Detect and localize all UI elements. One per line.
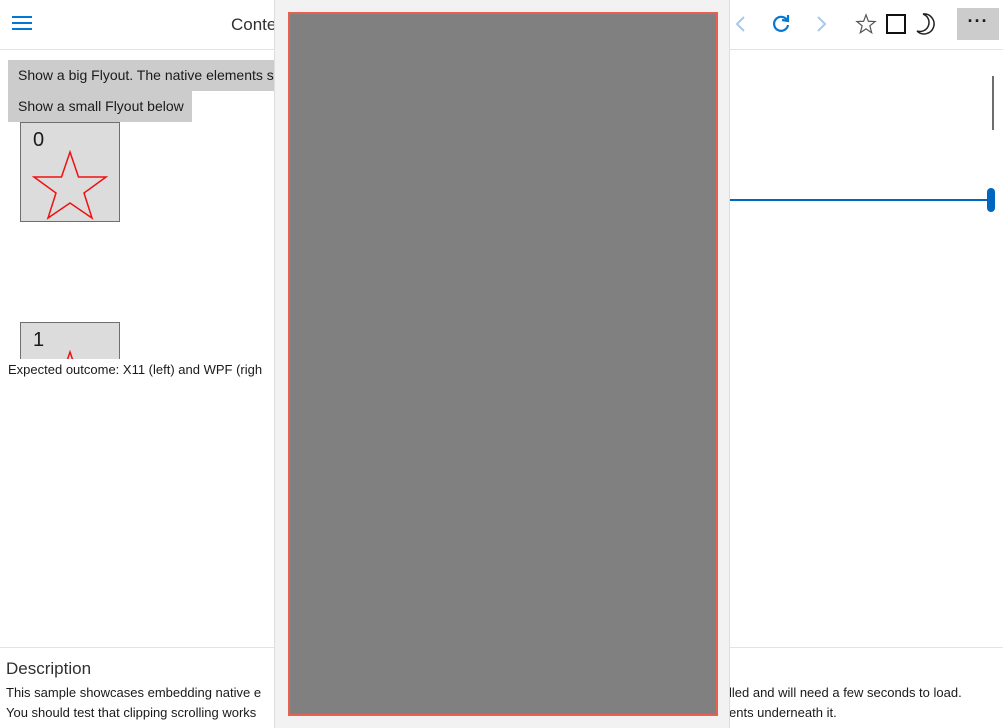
hamburger-icon[interactable] [12, 14, 32, 32]
star-icon[interactable] [854, 12, 878, 36]
description-line-1-right: lled and will need a few seconds to load… [729, 685, 962, 700]
description-line-1-left: This sample showcases embedding native e [6, 685, 262, 700]
star-shape-icon [66, 350, 74, 359]
refresh-icon[interactable] [769, 12, 793, 36]
show-small-flyout-button[interactable]: Show a small Flyout below [8, 91, 192, 122]
square-icon[interactable] [884, 12, 908, 36]
vertical-scrollbar[interactable] [992, 76, 994, 130]
tile-number: 1 [33, 329, 45, 351]
flyout-native-content[interactable] [288, 12, 718, 716]
description-title: Description [6, 659, 92, 678]
native-tile-0: 0 [20, 122, 120, 222]
moon-icon[interactable] [913, 12, 937, 36]
more-icon: ··· [967, 11, 989, 31]
forward-icon[interactable] [809, 12, 833, 36]
more-button[interactable]: ··· [957, 8, 999, 40]
native-scroll-viewer[interactable]: 0 1 [20, 122, 140, 359]
app-window: Conte ··· Show a big Flyout. The native … [0, 0, 1003, 728]
description-line-2-left: You should test that clipping scrolling … [6, 705, 257, 720]
star-shape-icon [32, 150, 108, 220]
back-icon[interactable] [729, 12, 753, 36]
slider-track[interactable] [729, 199, 991, 201]
expected-outcome-text: Expected outcome: X11 (left) and WPF (ri… [8, 362, 263, 377]
description-line-2-right: ents underneath it. [729, 705, 837, 720]
tile-number: 0 [33, 129, 45, 151]
native-tile-1: 1 [20, 322, 120, 359]
show-big-flyout-button[interactable]: Show a big Flyout. The native elements s… [8, 60, 308, 91]
page-title: Conte [231, 15, 277, 34]
big-flyout [274, 0, 730, 728]
slider-thumb[interactable] [987, 188, 995, 212]
